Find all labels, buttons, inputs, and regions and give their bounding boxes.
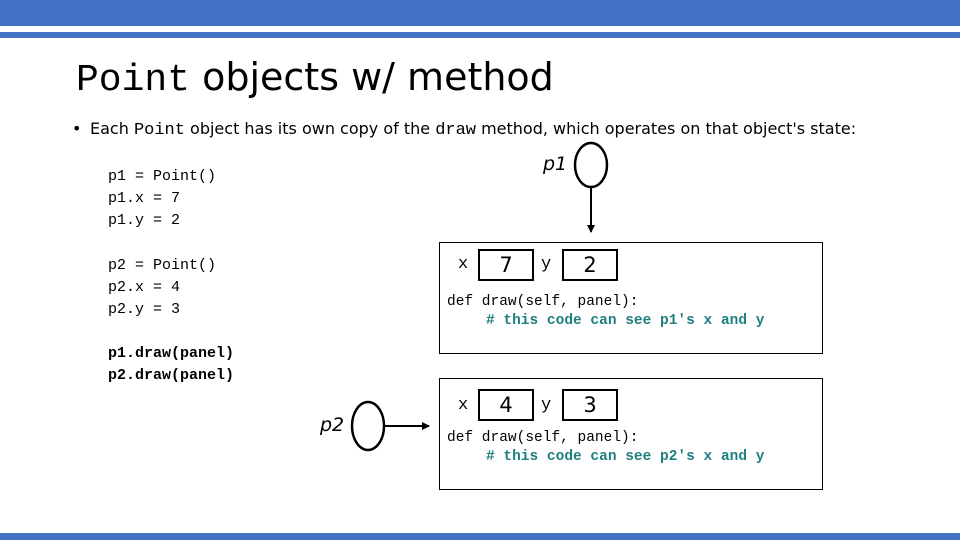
p2-reference-circle bbox=[350, 400, 386, 452]
value-box-x: 4 bbox=[478, 389, 534, 421]
slide-title: Point objects w/ method bbox=[76, 54, 554, 102]
bullet-marker: • bbox=[72, 119, 82, 138]
method-signature: def draw(self, panel): bbox=[447, 430, 639, 446]
value-box-y: 2 bbox=[562, 249, 618, 281]
field-label-y: y bbox=[541, 396, 552, 415]
object-box-p1: x 7 y 2 def draw(self, panel): # this co… bbox=[439, 242, 823, 354]
p1-reference-circle bbox=[573, 141, 609, 189]
bullet-text-pre: Each bbox=[90, 119, 134, 138]
code-block-p1: p1 = Point() p1.x = 7 p1.y = 2 bbox=[108, 166, 216, 232]
code-line: p2.y = 3 bbox=[108, 301, 181, 318]
code-line: p1 = Point() bbox=[108, 168, 217, 185]
bottom-accent-bar bbox=[0, 533, 960, 540]
field-label-x: x bbox=[458, 396, 469, 415]
code-line: p1.x = 7 bbox=[108, 190, 181, 207]
bullet-code-draw: draw bbox=[435, 121, 476, 140]
object-box-p2: x 4 y 3 def draw(self, panel): # this co… bbox=[439, 378, 823, 490]
title-code-word: Point bbox=[76, 59, 191, 102]
method-comment: # this code can see p2's x and y bbox=[486, 449, 765, 465]
code-line: p1.y = 2 bbox=[108, 212, 181, 229]
method-signature: def draw(self, panel): bbox=[447, 294, 639, 310]
field-label-y: y bbox=[541, 255, 552, 274]
code-line: p2 = Point() bbox=[108, 257, 217, 274]
code-line: p1.draw(panel) bbox=[108, 345, 235, 362]
field-label-x: x bbox=[458, 255, 469, 274]
p1-label: p1 bbox=[543, 153, 568, 175]
code-block-draw-calls: p1.draw(panel) p2.draw(panel) bbox=[108, 343, 234, 387]
value-box-y: 3 bbox=[562, 389, 618, 421]
bullet-code-point: Point bbox=[133, 121, 185, 140]
top-accent-bar bbox=[0, 0, 960, 26]
bullet-text-mid: object has its own copy of the bbox=[184, 119, 436, 138]
method-comment: # this code can see p1's x and y bbox=[486, 313, 765, 329]
title-text: objects w/ method bbox=[190, 55, 554, 99]
code-block-p2: p2 = Point() p2.x = 4 p2.y = 3 bbox=[108, 255, 216, 321]
value-box-x: 7 bbox=[478, 249, 534, 281]
bullet-text-post: method, which operates on that object's … bbox=[476, 119, 857, 138]
top-accent-stripe bbox=[0, 32, 960, 38]
code-line: p2.x = 4 bbox=[108, 279, 181, 296]
p2-label: p2 bbox=[320, 414, 345, 436]
bullet-point: • Each Point object has its own copy of t… bbox=[72, 117, 856, 141]
code-line: p2.draw(panel) bbox=[108, 367, 235, 384]
